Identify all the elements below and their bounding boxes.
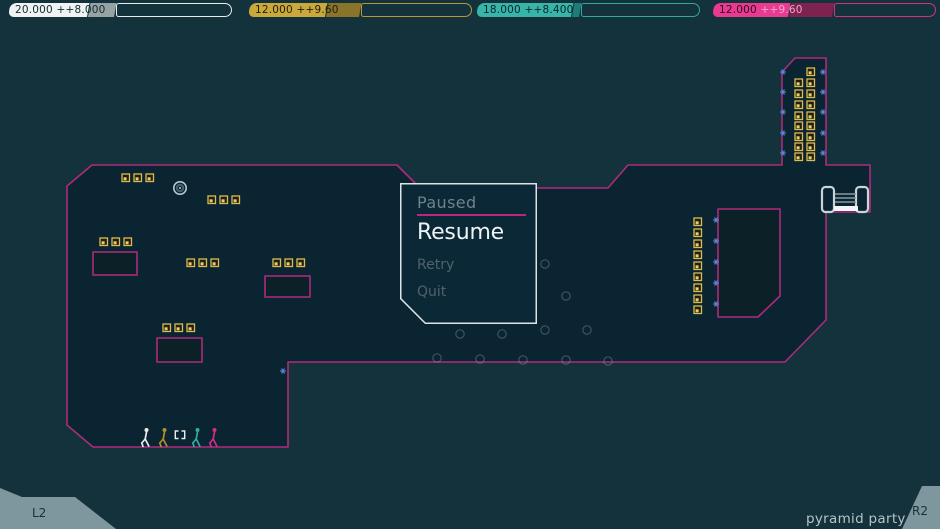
hud-bar-empty xyxy=(361,3,472,17)
hud-score-value: 20.000 xyxy=(15,4,53,16)
gold-piece-glint xyxy=(135,177,139,181)
gold-piece-glint xyxy=(221,199,225,203)
hud-bonus-value: ++8.000 xyxy=(52,4,106,16)
hud-bar-empty xyxy=(116,3,232,17)
gold-piece-glint xyxy=(164,327,168,331)
level-obstacle xyxy=(264,275,311,298)
menu-item-retry[interactable]: Retry xyxy=(417,257,454,273)
gold-piece-glint xyxy=(188,327,192,331)
game-screen: 20.000 ++8.000 12.000 ++9.60 18.000 ++8.40… xyxy=(0,0,940,529)
gold-piece-glint xyxy=(796,115,800,119)
drone-icon-core xyxy=(782,91,784,93)
gold-piece-glint xyxy=(233,199,237,203)
hud-bar-score: 12.000 ++9.60 xyxy=(719,4,803,16)
hud-bonus-value: ++9.60 xyxy=(292,4,339,16)
gold-piece-glint xyxy=(176,327,180,331)
gold-piece-glint xyxy=(808,71,812,75)
hud-bar-empty xyxy=(834,3,936,17)
hud-bar-score: 12.000 ++9.60 xyxy=(255,4,339,16)
pause-menu-underline xyxy=(417,214,526,216)
gold-piece-glint xyxy=(796,146,800,150)
gold-piece-glint xyxy=(808,93,812,97)
hud-score-value: 12.000 xyxy=(719,4,757,16)
gold-piece-glint xyxy=(808,82,812,86)
hud-bar-player-3: 18.000 ++8.400 xyxy=(476,3,700,17)
gold-piece-glint xyxy=(147,177,151,181)
menu-item-resume[interactable]: Resume xyxy=(417,220,504,245)
left-bumper-label: L2 xyxy=(32,506,47,520)
gold-piece-glint xyxy=(200,262,204,266)
drone-icon-core xyxy=(715,303,717,305)
gold-piece-glint xyxy=(808,125,812,129)
gold-piece-glint xyxy=(796,82,800,86)
gold-piece-glint xyxy=(113,241,117,245)
gold-piece-glint xyxy=(808,146,812,150)
drone-icon-core xyxy=(782,152,784,154)
gold-piece-glint xyxy=(695,276,699,280)
drone-icon-core xyxy=(822,71,824,73)
hud-bar-score: 18.000 ++8.400 xyxy=(483,4,574,16)
gold-piece-glint xyxy=(695,309,699,313)
drone-icon-core xyxy=(822,152,824,154)
drone-icon-core xyxy=(822,132,824,134)
drone-icon-core xyxy=(822,111,824,113)
pause-menu-title: Paused xyxy=(417,193,477,212)
gold-piece-glint xyxy=(796,136,800,140)
drone-icon-core xyxy=(715,261,717,263)
hud-score-value: 18.000 xyxy=(483,4,521,16)
drone-icon-core xyxy=(715,282,717,284)
level-obstacle xyxy=(156,337,203,363)
gold-piece-glint xyxy=(808,156,812,160)
gold-piece-glint xyxy=(123,177,127,181)
pause-menu: Paused Resume Retry Quit xyxy=(400,183,537,324)
gold-piece-glint xyxy=(101,241,105,245)
gold-piece-glint xyxy=(808,115,812,119)
gold-piece-glint xyxy=(796,104,800,108)
gold-piece-glint xyxy=(286,262,290,266)
drone-icon-core xyxy=(282,370,284,372)
gold-piece-glint xyxy=(796,93,800,97)
hud-bonus-value: ++9.60 xyxy=(756,4,803,16)
gold-piece-glint xyxy=(209,199,213,203)
gold-piece-glint xyxy=(808,136,812,140)
hud-bar-empty xyxy=(581,3,700,17)
hud-bar-player-1: 20.000 ++8.000 xyxy=(8,3,232,17)
gold-piece-glint xyxy=(695,254,699,258)
exit-door-band xyxy=(834,206,858,211)
gold-piece-glint xyxy=(274,262,278,266)
drone-icon-core xyxy=(782,71,784,73)
hud-bar-score: 20.000 ++8.000 xyxy=(15,4,106,16)
gold-piece-glint xyxy=(188,262,192,266)
gold-piece-glint xyxy=(796,156,800,160)
gold-piece-glint xyxy=(695,243,699,247)
hud-bonus-value: ++8.400 xyxy=(520,4,574,16)
gold-piece-glint xyxy=(796,125,800,129)
gold-piece-glint xyxy=(125,241,129,245)
menu-item-quit[interactable]: Quit xyxy=(417,284,446,300)
gold-piece-glint xyxy=(695,265,699,269)
drone-icon-core xyxy=(782,132,784,134)
drone-icon-core xyxy=(782,111,784,113)
gold-piece-glint xyxy=(212,262,216,266)
right-bumper-label: R2 xyxy=(912,504,928,518)
gold-piece-glint xyxy=(695,232,699,236)
switch-ring-dot xyxy=(179,187,181,189)
gold-piece-glint xyxy=(695,298,699,302)
drone-icon-core xyxy=(715,219,717,221)
drone-icon-core xyxy=(822,91,824,93)
level-obstacle xyxy=(92,251,138,276)
gold-piece-glint xyxy=(695,287,699,291)
gold-piece-glint xyxy=(695,221,699,225)
hud-bar-player-2: 12.000 ++9.60 xyxy=(248,3,472,17)
level-name: pyramid party xyxy=(806,511,906,527)
gold-piece-glint xyxy=(298,262,302,266)
drone-icon-core xyxy=(715,240,717,242)
level-obstacle xyxy=(717,208,781,318)
hud-bar-player-4: 12.000 ++9.60 xyxy=(712,3,936,17)
gold-piece-glint xyxy=(808,104,812,108)
hud-score-value: 12.000 xyxy=(255,4,293,16)
